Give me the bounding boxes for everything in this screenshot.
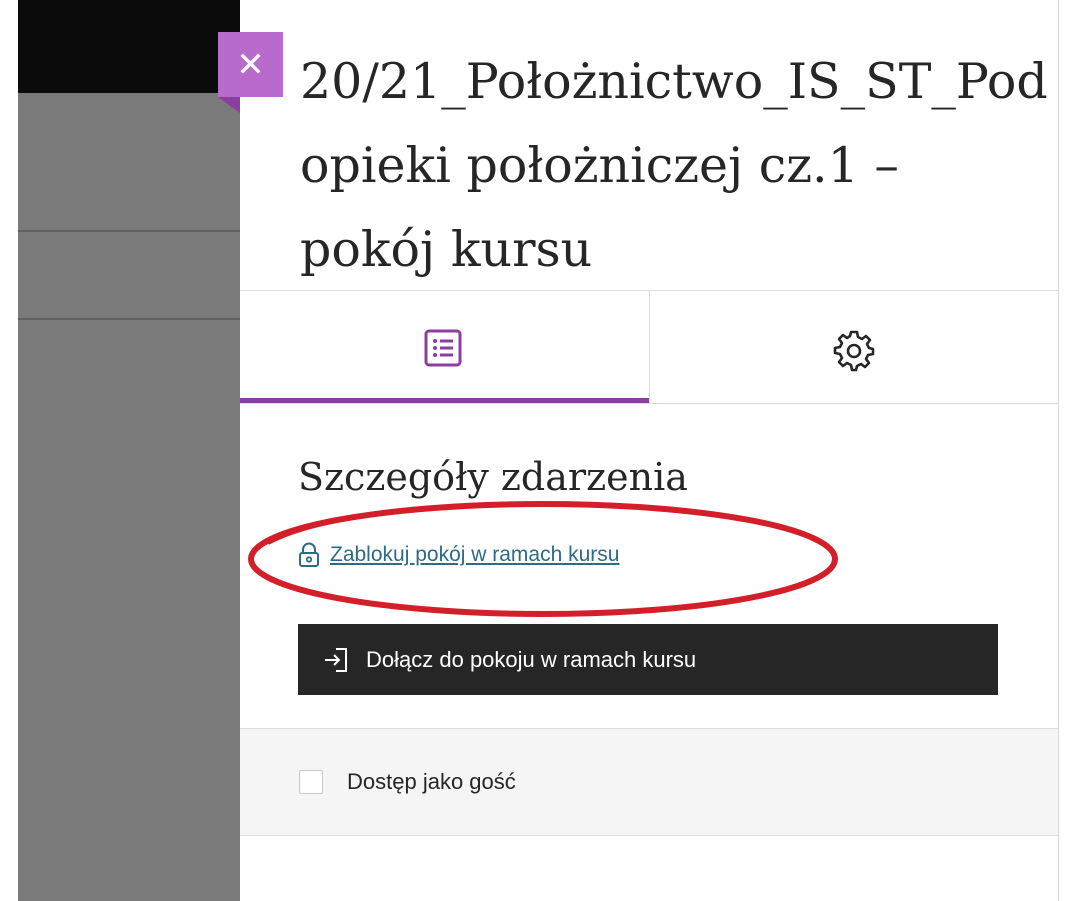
tab-settings[interactable] — [650, 291, 1058, 403]
close-icon: ✕ — [236, 44, 265, 85]
gear-icon — [833, 330, 875, 372]
section-divider — [240, 835, 1058, 836]
panel-title-line: opieki położniczej cz.1 – — [300, 137, 899, 194]
panel-title-line: 20/21_Położnictwo_IS_ST_Pod — [300, 53, 1048, 110]
close-button-fold — [218, 97, 240, 113]
tab-details[interactable] — [240, 291, 649, 403]
guest-access-label[interactable]: Dostęp jako gość — [347, 767, 516, 797]
guest-access-checkbox[interactable] — [299, 770, 323, 794]
join-course-room-button[interactable]: Dołącz do pokoju w ramach kursu — [298, 624, 998, 695]
lock-icon — [299, 542, 319, 567]
section-heading: Szczegóły zdarzenia — [298, 455, 688, 499]
backdrop-header — [18, 0, 240, 93]
panel-title: 20/21_Położnictwo_IS_ST_Pod opieki położ… — [300, 40, 1056, 280]
details-list-icon — [424, 329, 462, 367]
lock-room-link[interactable]: Zablokuj pokój w ramach kursu — [298, 538, 619, 572]
panel-title-line: pokój kursu — [300, 221, 593, 278]
join-course-room-button-label: Dołącz do pokoju w ramach kursu — [366, 646, 697, 672]
lock-room-link-label: Zablokuj pokój w ramach kursu — [330, 543, 620, 566]
tabs-bottom-border — [240, 403, 1058, 404]
backdrop-divider — [18, 318, 240, 320]
close-panel-button[interactable]: ✕ — [218, 32, 283, 97]
enter-icon — [325, 647, 347, 672]
backdrop-divider — [18, 230, 240, 232]
backdrop-overlay — [18, 93, 240, 901]
